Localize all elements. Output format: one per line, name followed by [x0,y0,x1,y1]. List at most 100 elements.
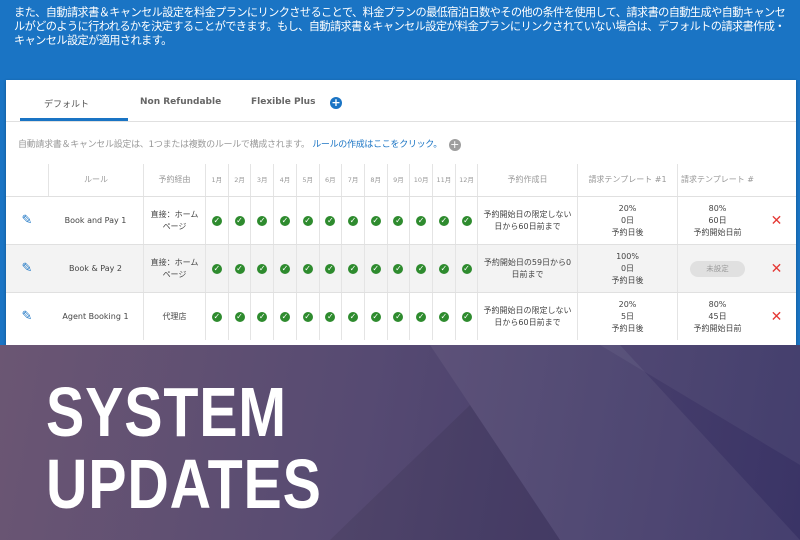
table-cell: ✓ [454,293,478,340]
header-cell: 6月 [318,164,342,196]
table-cell: 予約開始日の59日から0 日前まで [477,245,577,292]
header-template-1: 請求テンプレート #1 [588,175,667,184]
table-cell: ✓ [363,197,387,244]
table-cell: ✓ [409,197,432,244]
checkmark-icon: ✓ [348,263,359,274]
tab-flexible-plus[interactable]: Flexible Plus [251,97,315,107]
tab-default[interactable]: デフォルト [44,97,89,110]
table-cell: 予約開始日の限定しない 日から60日前まで [477,197,577,244]
unset-pill: 未設定 [690,260,745,277]
checkmark-icon: ✓ [302,215,313,226]
edit-pencil-icon[interactable]: ✎ [22,262,33,275]
checkmark-icon: ✓ [234,263,245,274]
screenshot-area: また、自動請求書＆キャンセル設定を料金プランにリンクさせることで、料金プランの最… [0,0,800,350]
table-cell: ✎ [6,293,48,340]
table-cell: ✓ [295,293,319,340]
checkmark-icon: ✓ [416,263,427,274]
checkmark-icon: ✓ [416,311,427,322]
table-cell: ✓ [363,245,387,292]
header-month: 1月 [211,176,223,184]
checkmark-icon: ✓ [234,311,245,322]
header-rule: ルール [84,175,108,184]
header-cell [757,164,796,196]
header-cell: 4月 [273,164,296,196]
delete-x-icon[interactable]: ✕ [771,310,783,324]
tab-non-refundable[interactable]: Non Refundable [140,97,221,107]
table-cell: ✓ [227,197,251,244]
rule-name: Agent Booking 1 [62,311,129,321]
table-cell: 20% 5日 予約日後 [577,293,677,340]
checkmark-icon: ✓ [461,263,472,274]
table-cell: ✓ [432,245,455,292]
template-1-value: 100% 0日 予約日後 [611,251,644,285]
header-cell: 12月 [454,164,478,196]
table-cell: ✓ [273,293,296,340]
header-cell: 請求テンプレート #1 [577,164,677,196]
table-cell: ✓ [341,245,364,292]
create-rule-link[interactable]: ルールの作成はここをクリック。 [312,140,442,150]
checkmark-icon: ✓ [211,215,222,226]
table-cell: 予約開始日の限定しない 日から60日前まで [477,293,577,340]
table-cell: ✓ [295,245,319,292]
banner-title-line-2: UPDATES [46,445,322,523]
rule-name: Book and Pay 1 [64,215,127,225]
table-cell: ✓ [409,293,432,340]
table-cell: ✎ [6,197,48,244]
template-1-value: 20% 5日 予約日後 [611,299,644,333]
edit-pencil-icon[interactable]: ✎ [22,214,33,227]
table-cell: ✓ [250,245,273,292]
header-cell: 8月 [363,164,387,196]
checkmark-icon: ✓ [461,215,472,226]
creation-window: 予約開始日の59日から0 日前まで [483,257,572,279]
booking-route: 直接：ホーム ページ [150,209,199,231]
header-cell: 3月 [250,164,273,196]
table-cell: ✓ [273,245,296,292]
delete-x-icon[interactable]: ✕ [771,262,783,276]
table-cell: ✓ [454,245,478,292]
table-cell: ✓ [341,293,364,340]
edit-pencil-icon[interactable]: ✎ [22,310,33,323]
table-cell: ✓ [295,197,319,244]
template-2-value: 80% 45日 予約開始日前 [693,299,742,333]
checkmark-icon: ✓ [370,311,381,322]
header-month: 4月 [279,176,291,184]
header-month: 7月 [347,176,359,184]
checkmark-icon: ✓ [279,215,290,226]
table-cell: ✓ [363,293,387,340]
table-cell: ✓ [205,245,228,292]
table-cell: ✓ [318,197,342,244]
checkmark-icon: ✓ [370,263,381,274]
table-row: ✎ Book & Pay 2 直接：ホーム ページ ✓ ✓ ✓ ✓ ✓ ✓ ✓ ✓ ✓ ✓ ✓ ✓ 予約開始日… [6,244,796,292]
add-tab-plus-icon[interactable]: + [330,97,342,109]
checkmark-icon: ✓ [279,263,290,274]
header-month: 8月 [370,176,382,184]
checkmark-icon: ✓ [438,311,449,322]
header-month: 5月 [302,176,313,184]
table-cell: ✓ [318,293,342,340]
template-1-value: 20% 0日 予約日後 [611,203,644,237]
table-cell: ✓ [250,293,273,340]
header-cell [6,164,48,196]
table-cell: ✕ [757,197,796,244]
active-tab-indicator [20,118,128,121]
table-cell: ✓ [250,197,273,244]
tab-bar: デフォルト Non Refundable Flexible Plus + [6,80,796,122]
header-cell: 5月 [295,164,319,196]
table-row: ✎ Book and Pay 1 直接：ホーム ページ ✓ ✓ ✓ ✓ ✓ ✓ ✓ ✓ ✓ ✓ ✓ ✓ 予約開… [6,196,796,244]
table-cell: 20% 0日 予約日後 [577,197,677,244]
table-cell: ✓ [227,245,251,292]
table-cell: ✕ [757,245,796,292]
table-cell: ✓ [409,245,432,292]
checkmark-icon: ✓ [348,311,359,322]
note-text: 自動請求書＆キャンセル設定は、1つまたは複数のルールで構成されます。 [18,140,310,150]
delete-x-icon[interactable]: ✕ [771,214,783,228]
header-cell: 予約経由 [143,164,205,196]
table-cell: 80% 60日 予約開始日前 [677,197,757,244]
header-template-2: 請求テンプレート # [680,175,754,184]
checkmark-icon: ✓ [234,215,245,226]
add-rule-plus-icon[interactable]: + [448,138,461,151]
header-created: 予約作成日 [507,175,548,184]
banner-title-line-1: SYSTEM [46,373,287,451]
creation-window: 予約開始日の限定しない 日から60日前まで [483,209,572,231]
checkmark-icon: ✓ [325,215,336,226]
